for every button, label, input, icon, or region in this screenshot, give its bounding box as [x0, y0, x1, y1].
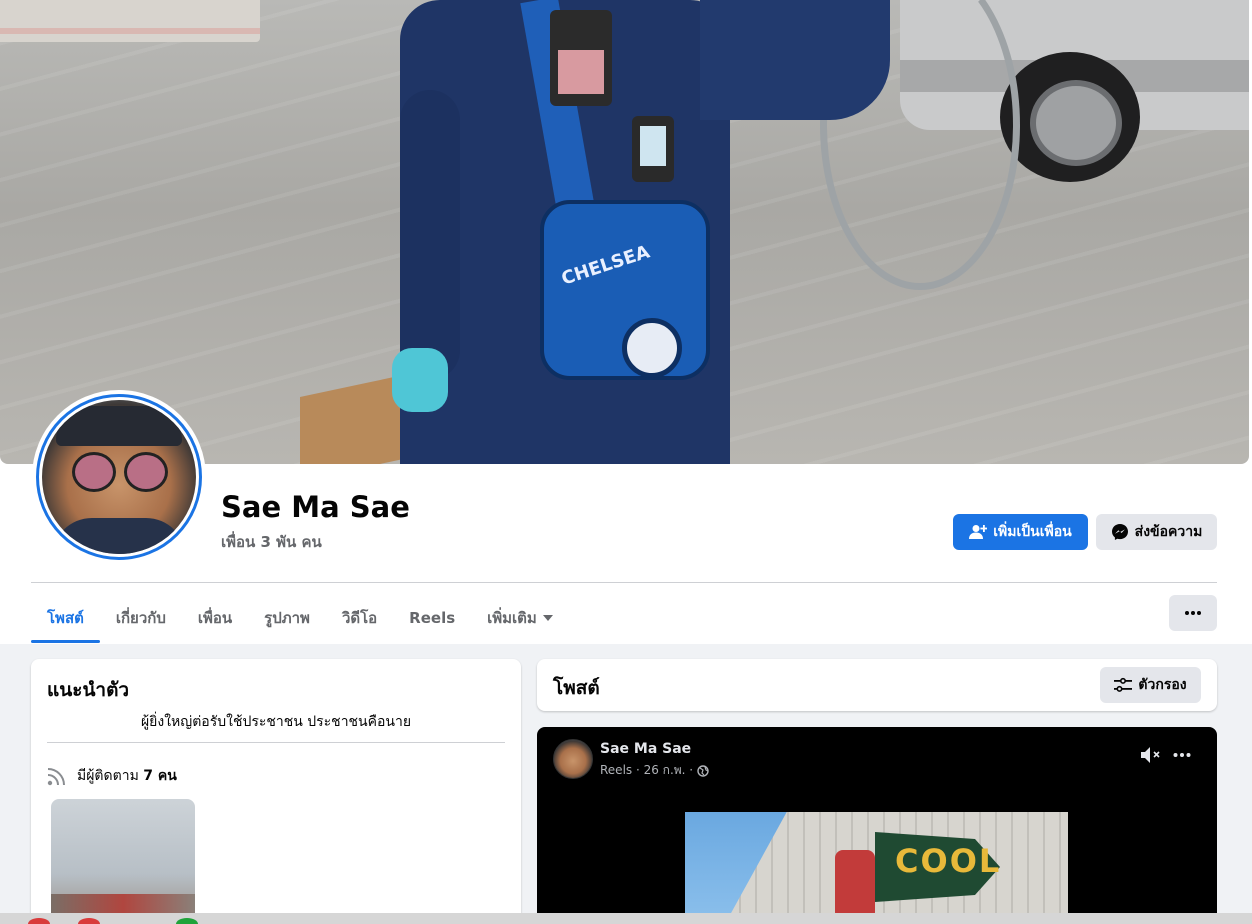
profile-avatar[interactable] [32, 390, 206, 564]
friends-count[interactable]: เพื่อน 3 พัน คน [221, 530, 322, 554]
tab-friends[interactable]: เพื่อน [182, 592, 248, 643]
post-meta: Reels · 26 ก.พ. · [600, 761, 709, 780]
intro-bio: ผู้ยิ่งใหญ่ต่อรับใช้ประชาชน ประชาชนคือนา… [140, 714, 412, 730]
messenger-icon [1111, 524, 1128, 540]
caret-down-icon [542, 614, 553, 621]
tab-posts[interactable]: โพสต์ [31, 592, 100, 643]
featured-photo[interactable] [51, 799, 195, 924]
profile-tabs: โพสต์ เกี่ยวกับ เพื่อน รูปภาพ วิดีโอ Ree… [31, 592, 569, 643]
more-options-button[interactable] [1169, 595, 1217, 631]
avatar-image [42, 400, 196, 554]
followers-row: มีผู้ติดตาม 7 คน [47, 765, 177, 787]
cover-photo[interactable]: CHELSEA [0, 0, 1249, 464]
taskbar-app-icon[interactable] [28, 918, 50, 924]
add-friend-button[interactable]: เพิ่มเป็นเพื่อน [953, 514, 1088, 550]
message-label: ส่งข้อความ [1134, 524, 1203, 540]
tab-more[interactable]: เพิ่มเติม [471, 592, 569, 643]
intro-divider [47, 742, 505, 743]
posts-header-card: โพสต์ ตัวกรอง [537, 659, 1217, 711]
filter-button[interactable]: ตัวกรอง [1100, 667, 1201, 703]
taskbar-app-icon[interactable] [176, 918, 198, 924]
reel-post[interactable]: Sae Ma Sae Reels · 26 ก.พ. · COOL [537, 727, 1217, 924]
tab-about[interactable]: เกี่ยวกับ [100, 592, 182, 643]
ellipsis-icon [1173, 753, 1191, 757]
reel-video[interactable]: COOL [685, 812, 1068, 924]
followers-count[interactable]: 7 คน [143, 768, 177, 784]
rss-feed-icon [47, 768, 65, 786]
speaker-muted-icon [1141, 747, 1160, 763]
post-more-button[interactable] [1173, 745, 1191, 769]
sliders-icon [1114, 677, 1133, 692]
add-friend-label: เพิ่มเป็นเพื่อน [993, 524, 1072, 540]
header-divider [31, 582, 1217, 583]
person-plus-icon [969, 525, 988, 539]
post-author-avatar[interactable] [553, 739, 593, 779]
post-author-name[interactable]: Sae Ma Sae [600, 741, 691, 757]
taskbar-app-icon[interactable] [78, 918, 100, 924]
tab-reels[interactable]: Reels [393, 592, 471, 643]
posts-title: โพสต์ [553, 677, 600, 699]
intro-card: แนะนำตัว ผู้ยิ่งใหญ่ต่อรับใช้ประชาชน ประ… [31, 659, 521, 924]
tab-photos[interactable]: รูปภาพ [248, 592, 326, 643]
filter-label: ตัวกรอง [1138, 677, 1187, 693]
globe-icon [697, 764, 709, 777]
tab-videos[interactable]: วิดีโอ [326, 592, 393, 643]
mute-button[interactable] [1140, 746, 1162, 768]
ellipsis-icon [1185, 611, 1201, 615]
video-sign-text: COOL [895, 842, 1002, 880]
message-button[interactable]: ส่งข้อความ [1096, 514, 1217, 550]
profile-name: Sae Ma Sae [221, 490, 410, 524]
intro-title: แนะนำตัว [47, 679, 130, 701]
